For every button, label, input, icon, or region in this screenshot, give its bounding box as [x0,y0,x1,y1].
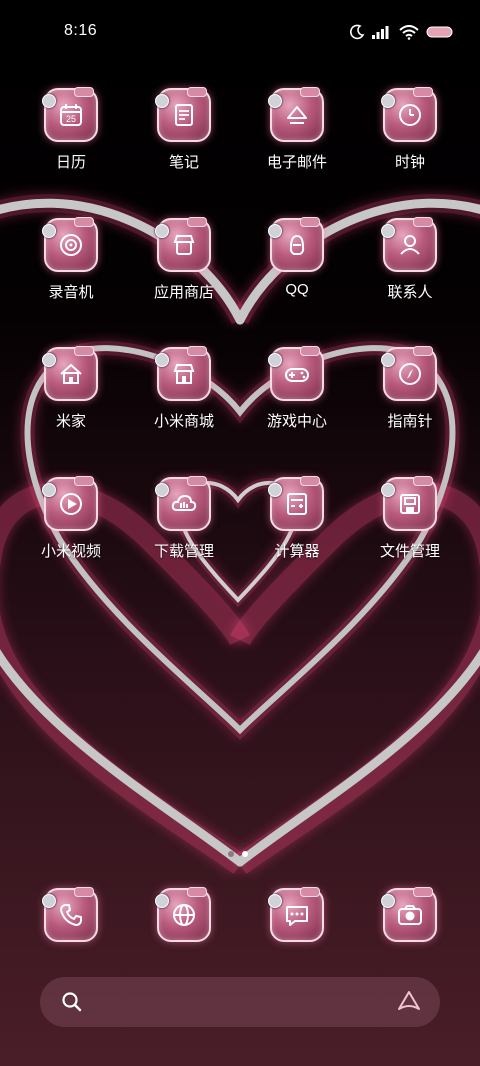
compass-icon [399,363,421,385]
app-label: 下载管理 [153,543,214,560]
app-icon-tile[interactable] [381,87,437,142]
phone-icon [60,904,82,926]
assistant-icon[interactable] [396,989,422,1015]
browser-globe-icon [173,904,195,926]
app-download-cloud[interactable]: 下载管理 [130,476,238,577]
app-calculator[interactable]: 计算器 [243,476,351,577]
app-label: 笔记 [168,154,199,171]
app-icon-tile[interactable] [268,87,324,142]
app-icon-tile[interactable] [268,346,324,401]
moon-icon [350,24,365,40]
status-bar: 8:16 [0,0,480,62]
app-icon-tile[interactable]: 25 [42,87,98,142]
app-label: 小米视频 [40,543,101,560]
app-mijia-home[interactable]: 米家 [17,346,125,447]
app-icon-tile[interactable] [42,476,98,531]
status-time: 8:16 [64,22,98,39]
app-icon-tile[interactable] [155,476,211,531]
app-icon-tile[interactable] [381,346,437,401]
app-contacts[interactable]: 联系人 [356,217,464,318]
video-play-icon [60,493,82,515]
app-icon-tile[interactable] [381,476,437,531]
app-notes[interactable]: 笔记 [130,87,238,188]
camera-icon [398,905,422,925]
app-icon-tile[interactable] [268,217,324,272]
dock-browser-globe[interactable] [130,887,238,988]
app-label: 联系人 [387,284,433,301]
app-qq[interactable]: QQ [243,217,351,318]
app-file-manager[interactable]: 文件管理 [356,476,464,577]
app-video-play[interactable]: 小米视频 [17,476,125,577]
app-icon-tile[interactable] [268,476,324,531]
mijia-home-icon [60,364,82,384]
app-label: 录音机 [48,284,94,301]
app-icon-tile[interactable] [155,346,211,401]
dock-phone[interactable] [17,887,125,988]
app-icon-tile[interactable] [268,887,324,942]
app-icon-tile[interactable] [42,217,98,272]
recorder-icon [60,234,82,256]
calendar-icon: 25 [60,104,82,126]
app-label: 米家 [55,413,86,430]
dock-camera[interactable] [356,887,464,988]
app-label: 日历 [55,154,86,171]
app-icon-tile[interactable] [42,346,98,401]
app-label: 电子邮件 [266,154,327,171]
page-dot-2[interactable] [242,851,248,857]
app-email[interactable]: 电子邮件 [243,87,351,188]
app-label: 小米商城 [153,413,214,430]
app-gamepad[interactable]: 游戏中心 [243,346,351,447]
app-icon-tile[interactable] [155,87,211,142]
app-icon-tile[interactable] [381,217,437,272]
app-label: 时钟 [394,154,425,171]
app-icon-tile[interactable] [42,887,98,942]
search-bar[interactable] [40,977,440,1029]
app-recorder[interactable]: 录音机 [17,217,125,318]
notes-icon [175,104,193,126]
download-cloud-icon [171,494,197,511]
app-label: 计算器 [274,543,320,560]
app-icon-tile[interactable] [381,887,437,942]
app-icon-tile[interactable] [155,887,211,942]
wifi-icon [399,24,419,40]
app-clock[interactable]: 时钟 [356,87,464,188]
calendar-date-text: 25 [66,114,76,124]
mi-store-icon [173,364,195,384]
app-store-icon [173,235,195,255]
calculator-icon [287,493,307,515]
dock-messages[interactable] [243,887,351,988]
gamepad-icon [285,368,309,382]
search-icon [62,992,82,1012]
file-manager-icon [400,494,420,514]
page-dot-1[interactable] [228,851,234,857]
app-icon-tile[interactable] [155,217,211,272]
app-label: QQ [285,281,309,298]
qq-icon [289,234,305,255]
app-compass[interactable]: 指南针 [356,346,464,447]
app-mi-store[interactable]: 小米商城 [130,346,238,447]
contacts-icon [400,235,420,255]
search-input[interactable] [92,977,386,1029]
app-label: 指南针 [387,413,433,430]
battery-icon [426,26,453,38]
email-icon [287,106,307,124]
app-label: 应用商店 [153,284,214,301]
page-indicator[interactable] [228,851,248,857]
app-label: 游戏中心 [266,413,327,430]
app-label: 文件管理 [379,543,440,560]
app-app-store[interactable]: 应用商店 [130,217,238,318]
app-calendar[interactable]: 25 日历 [17,87,125,188]
messages-icon [286,906,308,926]
clock-icon [399,104,421,126]
signal-icon [372,26,389,39]
